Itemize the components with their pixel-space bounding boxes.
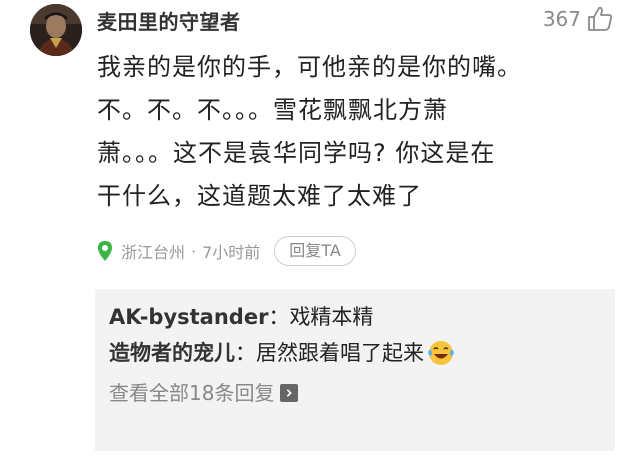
reply-item[interactable]: 造物者的宠儿 ： 居然跟着唱了起来 [109,335,601,371]
timestamp: 7小时前 [202,243,261,262]
avatar[interactable] [30,4,82,56]
chevron-right-icon [280,384,299,402]
laughing-tears-emoji-icon [428,341,454,365]
like-button[interactable]: 367 [543,4,615,34]
reply-author[interactable]: AK-bystander [109,299,268,335]
reply-colon: ： [235,341,256,365]
location-label: 浙江台州 [121,243,186,262]
reply-colon: ： [268,305,290,329]
reply-text: 戏精本精 [289,305,374,329]
comment-page: 麦田里的守望者 367 我亲的是你的手，可他亲的是你的嘴。 不。不。不。。。雪花… [0,0,641,461]
meta-separator: · [191,241,197,261]
view-all-label: 查看全部18条回复 [109,381,275,405]
comment-meta: 浙江台州 · 7小时前 回复TA [97,236,356,266]
reply-item[interactable]: AK-bystander ： 戏精本精 [109,299,601,335]
like-count: 367 [542,7,581,31]
view-all-replies-link[interactable]: 查看全部18条回复 [109,375,601,411]
reply-list: AK-bystander ： 戏精本精 造物者的宠儿 ： 居然跟着唱了起来 查看… [95,289,615,451]
username[interactable]: 麦田里的守望者 [97,6,241,35]
reply-button[interactable]: 回复TA [274,236,356,266]
comment-body: 我亲的是你的手，可他亲的是你的嘴。 不。不。不。。。雪花飘飘北方萧 萧。。。这不… [97,53,522,210]
reply-text: 居然跟着唱了起来 [256,341,424,365]
thumbs-up-icon [588,6,613,31]
avatar-portrait-icon [30,4,82,56]
reply-author[interactable]: 造物者的宠儿 [109,335,235,371]
location-pin-icon [98,241,112,261]
